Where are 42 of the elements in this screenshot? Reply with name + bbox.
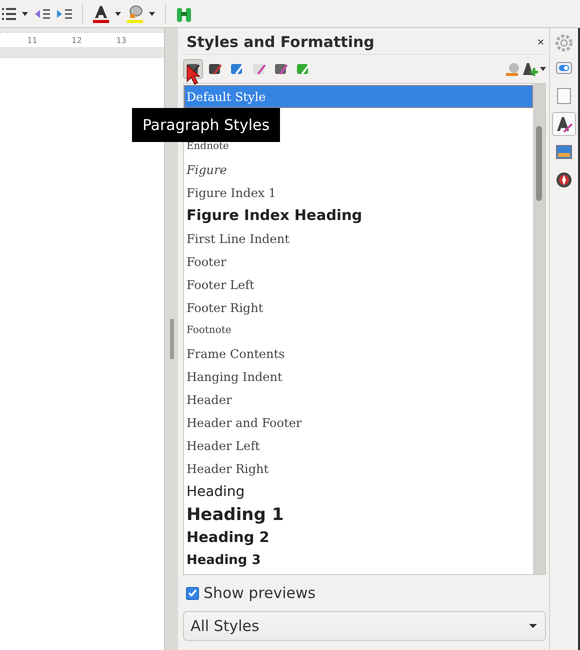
outdent-icon[interactable] [34, 8, 50, 20]
style-list-item[interactable]: Heading 1 [184, 503, 534, 526]
scrollbar[interactable] [533, 84, 546, 574]
style-list-item[interactable]: Header and Footer [184, 411, 534, 434]
tooltip: Paragraph Styles [132, 108, 280, 142]
highlighter-icon[interactable] [127, 4, 143, 22]
style-list-item[interactable]: Figure Index Heading [184, 204, 534, 227]
style-list-item[interactable]: Header Left [184, 434, 534, 457]
close-button[interactable]: × [535, 35, 546, 49]
style-list-item[interactable]: Header [184, 388, 534, 411]
ruler-number: 12 [72, 36, 82, 44]
list-icon[interactable] [2, 8, 16, 20]
styles-deck-icon[interactable] [552, 112, 576, 136]
caret-icon [529, 624, 538, 628]
ruler-number: 11 [27, 36, 38, 44]
style-list-item[interactable]: Footer Left [184, 273, 534, 296]
caret-icon[interactable] [540, 67, 546, 71]
style-list-item[interactable]: Footnote [184, 319, 534, 342]
style-list-item[interactable]: Figure Index 1 [184, 181, 534, 204]
style-list-item[interactable]: Hanging Indent [184, 365, 534, 388]
mouse-pointer-icon [186, 64, 200, 85]
style-list-item[interactable]: Footer Right [184, 296, 534, 319]
style-list-item[interactable]: Default Style [184, 85, 534, 108]
style-list-item[interactable]: First Line Indent [184, 227, 534, 250]
style-filter-dropdown[interactable]: All Styles [183, 611, 546, 641]
caret-icon[interactable] [115, 12, 121, 16]
checkbox[interactable] [186, 586, 200, 600]
indent-icon[interactable] [56, 8, 72, 20]
checkbox-label: Show previews [203, 584, 316, 602]
new-style-icon[interactable] [522, 62, 538, 76]
style-list-item[interactable]: Header Right [184, 457, 534, 480]
font-color-icon[interactable] [93, 4, 109, 22]
caret-icon[interactable] [22, 12, 28, 16]
style-list-item[interactable]: Heading 2 [184, 526, 534, 549]
style-list-item[interactable]: Heading 3 [184, 549, 534, 572]
panel-title: Styles and Formatting [185, 33, 376, 51]
caret-icon[interactable] [149, 12, 155, 16]
style-list-item[interactable]: Figure [184, 158, 534, 181]
style-list-item[interactable]: Heading [184, 480, 534, 503]
style-list-item[interactable]: Footer [184, 250, 534, 273]
ruler-number: 13 [116, 36, 126, 44]
style-list-item[interactable]: Frame Contents [184, 342, 534, 365]
